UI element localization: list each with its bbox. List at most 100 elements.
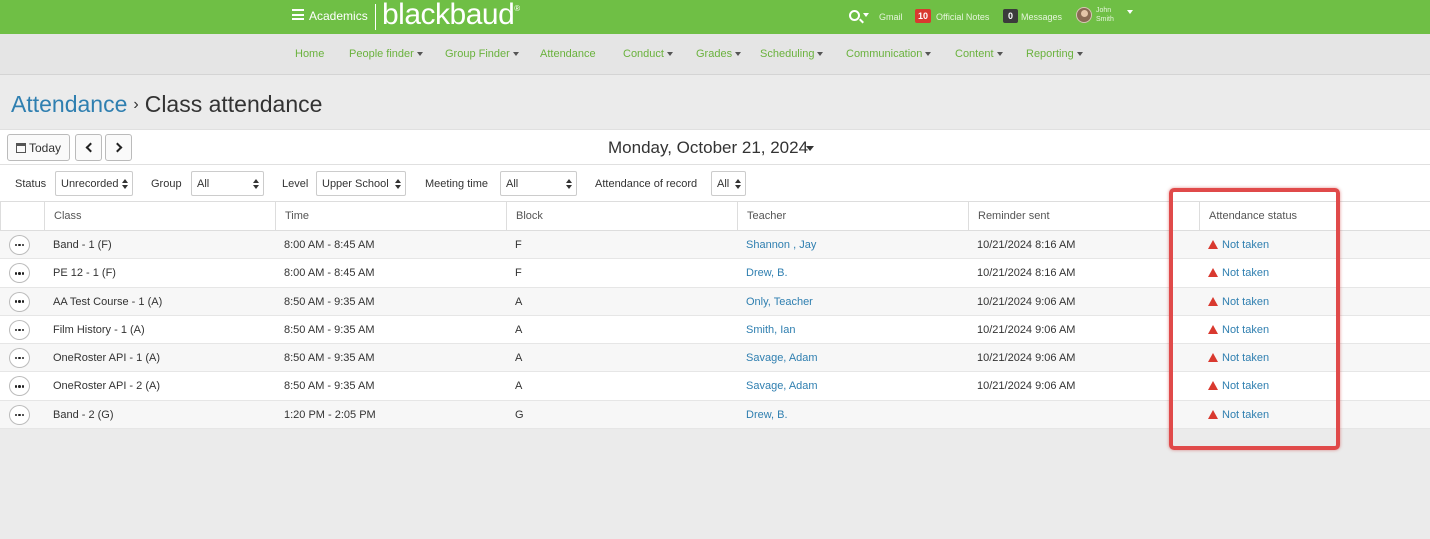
date-toolbar: Today Monday, October 21, 2024 <box>0 129 1430 165</box>
app-name[interactable]: Academics <box>309 9 368 23</box>
cell-attendance-status-link[interactable]: Not taken <box>1199 401 1269 429</box>
gmail-link[interactable]: Gmail <box>879 12 903 22</box>
avatar[interactable] <box>1076 7 1092 23</box>
row-actions-button[interactable] <box>9 404 30 425</box>
header-time[interactable]: Time <box>275 202 506 231</box>
date-picker[interactable]: Monday, October 21, 2024 <box>608 138 808 158</box>
nav-content[interactable]: Content <box>955 48 1003 60</box>
ellipsis-dot-icon <box>14 328 18 332</box>
nav-grades[interactable]: Grades <box>696 48 742 60</box>
messages-count[interactable]: 0 <box>1003 9 1018 23</box>
official-notes-count[interactable]: 10 <box>915 9 932 23</box>
cell-attendance-status-link[interactable]: Not taken <box>1199 316 1269 344</box>
table-header: Class Time Block Teacher Reminder sent A… <box>0 202 1430 231</box>
cell-class: Band - 2 (G) <box>53 408 114 421</box>
nav-people-finder[interactable]: People finder <box>349 48 423 60</box>
ellipsis-dot-icon <box>18 413 21 417</box>
row-actions-button[interactable] <box>9 291 30 312</box>
breadcrumb-attendance-link[interactable]: Attendance <box>11 91 127 117</box>
caret-down-icon <box>666 52 673 57</box>
cell-block: F <box>515 239 522 251</box>
attendance-of-record-label: Attendance of record <box>595 178 698 190</box>
nav-label: Attendance <box>540 48 596 60</box>
select-arrows-icon <box>253 179 259 189</box>
attendance-status-text: Not taken <box>1222 380 1270 393</box>
meeting-time-select[interactable]: All <box>500 171 577 196</box>
header-block[interactable]: Block <box>506 202 737 231</box>
user-first-name: John <box>1096 7 1112 14</box>
ellipsis-dot-icon <box>21 328 25 332</box>
cell-attendance-status-link[interactable]: Not taken <box>1199 344 1269 372</box>
group-select-value: All <box>197 178 210 190</box>
select-arrows-icon <box>122 179 128 189</box>
header-attendance-status[interactable]: Attendance status <box>1199 202 1430 231</box>
cell-attendance-status-link[interactable]: Not taken <box>1199 288 1269 316</box>
cell-attendance-status-link[interactable]: Not taken <box>1199 259 1269 287</box>
nav-attendance[interactable]: Attendance <box>540 48 596 60</box>
status-select-value: Unrecorded <box>61 178 119 190</box>
cell-attendance-status-link[interactable]: Not taken <box>1199 231 1269 259</box>
attendance-status-text: Not taken <box>1222 239 1270 251</box>
cell-time: 8:50 AM - 9:35 AM <box>284 352 375 365</box>
row-actions-button[interactable] <box>9 319 30 340</box>
brand-divider <box>375 4 376 30</box>
row-actions-button[interactable] <box>9 376 30 397</box>
today-button[interactable]: Today <box>7 134 70 161</box>
ellipsis-dot-icon <box>18 328 21 332</box>
table-row: AA Test Course - 1 (A) 8:50 AM - 9:35 AM A… <box>0 287 1430 316</box>
user-caret-icon[interactable] <box>1127 10 1133 14</box>
user-last-name: Smith <box>1096 16 1114 23</box>
level-filter-label: Level <box>282 178 309 190</box>
cell-class: OneRoster API - 2 (A) <box>53 380 160 393</box>
warning-icon <box>1208 324 1218 334</box>
cell-teacher-link[interactable]: Smith, Ian <box>737 316 796 344</box>
caret-down-icon <box>735 52 742 57</box>
brand-logo[interactable]: blackbaud® <box>382 0 520 32</box>
row-actions-button[interactable] <box>9 235 30 255</box>
top-bar: Academics blackbaud® Gmail 10 Official N… <box>0 0 1430 34</box>
previous-day-button[interactable] <box>75 134 102 161</box>
cell-teacher-link[interactable]: Drew, B. <box>737 259 788 287</box>
nav-home[interactable]: Home <box>295 48 324 60</box>
level-select[interactable]: Upper School <box>316 171 406 196</box>
cell-teacher-link[interactable]: Savage, Adam <box>737 372 818 400</box>
caret-down-icon <box>512 52 519 57</box>
cell-teacher-link[interactable]: Savage, Adam <box>737 344 818 372</box>
nav-reporting[interactable]: Reporting <box>1026 48 1083 60</box>
ellipsis-dot-icon <box>18 243 21 247</box>
nav-communication[interactable]: Communication <box>846 48 932 60</box>
attendance-of-record-select[interactable]: All <box>711 171 746 196</box>
cell-teacher-link[interactable]: Shannon , Jay <box>737 231 816 259</box>
row-actions-button[interactable] <box>9 263 30 284</box>
user-menu[interactable]: John Smith <box>1096 6 1114 24</box>
header-actions <box>0 202 44 231</box>
header-reminder-sent[interactable]: Reminder sent <box>968 202 1199 231</box>
cell-class: OneRoster API - 1 (A) <box>53 352 160 365</box>
nav-scheduling[interactable]: Scheduling <box>760 48 824 60</box>
nav-conduct[interactable]: Conduct <box>623 48 673 60</box>
cell-teacher-link[interactable]: Drew, B. <box>737 401 788 429</box>
official-notes-link[interactable]: Official Notes <box>936 12 989 22</box>
ellipsis-dot-icon <box>18 300 21 303</box>
nav-label: People finder <box>349 48 414 60</box>
nav-group-finder[interactable]: Group Finder <box>445 48 519 60</box>
cell-attendance-status-link[interactable]: Not taken <box>1199 372 1269 400</box>
row-actions-button[interactable] <box>9 348 30 369</box>
messages-link[interactable]: Messages <box>1021 12 1062 22</box>
header-class[interactable]: Class <box>44 202 275 231</box>
attendance-status-text: Not taken <box>1222 267 1270 280</box>
search-caret-icon[interactable] <box>863 13 869 17</box>
brand-text: blackbaud <box>382 0 515 31</box>
next-day-button[interactable] <box>105 134 132 161</box>
group-select[interactable]: All <box>191 171 264 196</box>
cell-teacher-link[interactable]: Only, Teacher <box>737 288 813 316</box>
ellipsis-dot-icon <box>14 300 18 303</box>
caret-down-icon <box>925 52 932 57</box>
search-icon[interactable] <box>849 10 860 21</box>
status-select[interactable]: Unrecorded <box>55 171 133 196</box>
header-teacher[interactable]: Teacher <box>737 202 968 231</box>
menu-icon[interactable] <box>292 9 304 20</box>
date-caret-icon[interactable] <box>806 146 814 151</box>
ellipsis-dot-icon <box>21 300 25 303</box>
attendance-status-text: Not taken <box>1222 323 1270 336</box>
